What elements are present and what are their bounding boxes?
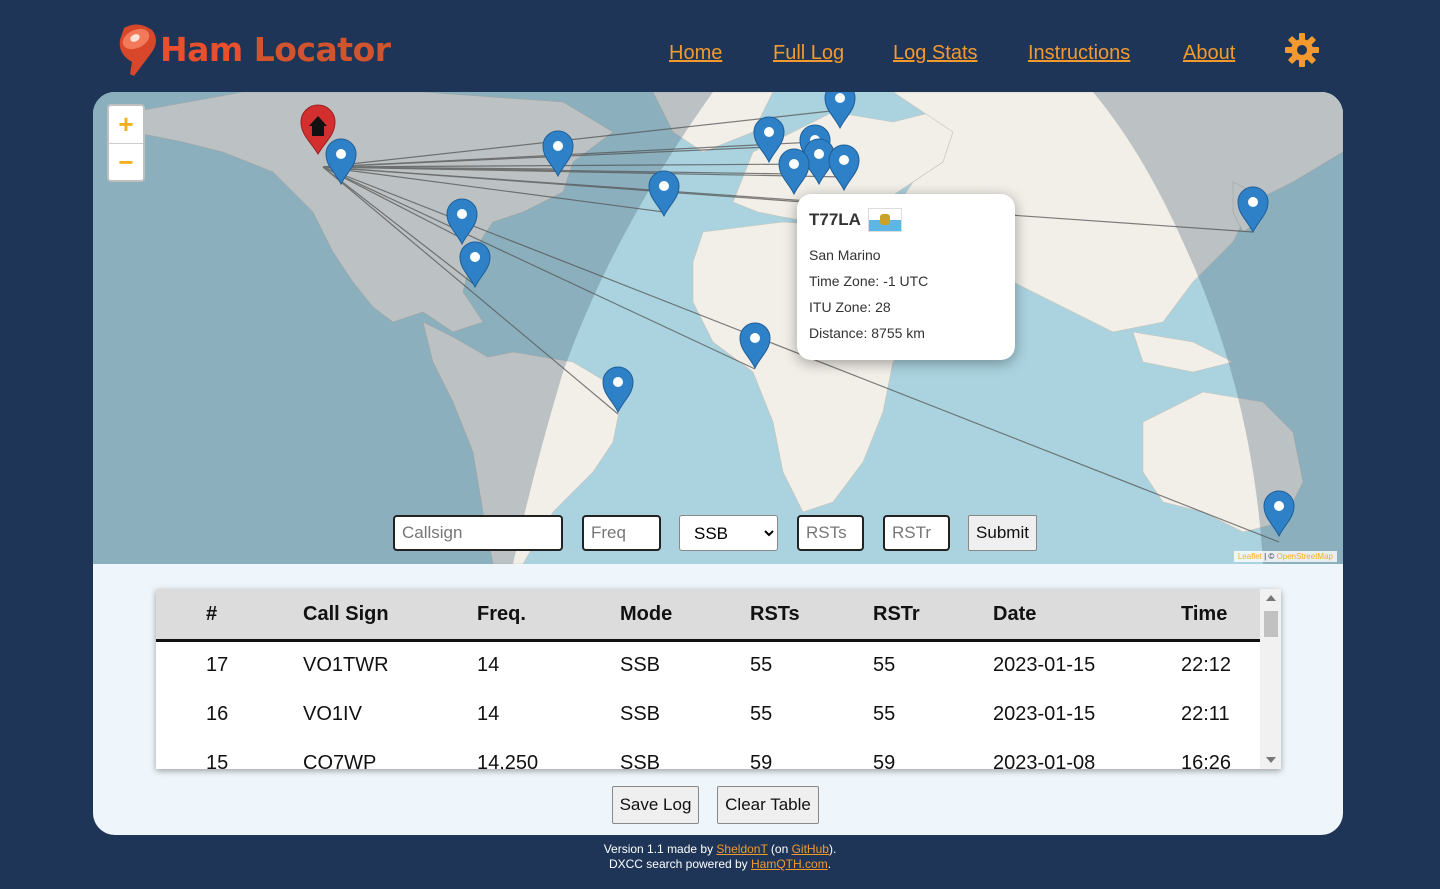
callsign-input[interactable] [393, 515, 563, 551]
submit-button[interactable]: Submit [968, 515, 1037, 551]
main-nav: Home Full Log Log Stats Instructions Abo… [0, 42, 1440, 72]
cell-mode: SSB [620, 752, 661, 769]
col-call-sign[interactable]: Call Sign [303, 603, 389, 626]
cell-time: 22:11 [1181, 703, 1230, 725]
cell-rstr: 59 [873, 752, 896, 769]
contact-popup: T77LA San Marino Time Zone: -1 UTC ITU Z… [797, 194, 1015, 360]
author-link[interactable]: SheldonT [716, 842, 767, 856]
cell-time: 16:26 [1181, 752, 1232, 769]
nav-full-log[interactable]: Full Log [773, 42, 844, 65]
zoom-out-button[interactable]: − [109, 144, 143, 181]
footer: Version 1.1 made by SheldonT (on GitHub)… [0, 842, 1440, 872]
map-attribution: Leaflet | © OpenStreetMap [1233, 551, 1337, 562]
freq-input[interactable] [582, 515, 661, 551]
cell-call-sign: VO1IV [303, 703, 362, 725]
world-map[interactable]: + − T77LA San Marino Time Zone: -1 UTC I… [93, 92, 1343, 564]
cell-call-sign: CO7WP [303, 752, 377, 769]
cell-freq: 14 [477, 703, 500, 725]
cell-number: 15 [206, 752, 229, 769]
osm-link[interactable]: OpenStreetMap [1277, 552, 1333, 561]
cell-time: 22:12 [1181, 654, 1232, 676]
cell-freq: 14.250 [477, 752, 539, 769]
github-link[interactable]: GitHub [792, 842, 829, 856]
col-freq[interactable]: Freq. [477, 603, 526, 626]
col-date[interactable]: Date [993, 603, 1036, 626]
zoom-control: + − [107, 104, 145, 182]
col-rstr[interactable]: RSTr [873, 603, 920, 626]
footer-line-1: Version 1.1 made by SheldonT (on GitHub)… [0, 842, 1440, 857]
cell-date: 2023-01-08 [993, 752, 1096, 769]
mode-select[interactable]: SSB [679, 515, 778, 551]
popup-distance: Distance: 8755 km [809, 325, 925, 341]
cell-freq: 14 [477, 654, 500, 676]
rsts-input[interactable] [797, 515, 864, 551]
table-row[interactable]: 17 VO1TWR 14 SSB 55 55 2023-01-15 22:12 [156, 642, 1260, 691]
cell-rsts: 59 [750, 752, 773, 769]
main-card: + − T77LA San Marino Time Zone: -1 UTC I… [93, 92, 1343, 835]
map-tiles [93, 92, 1343, 564]
log-entry-form: SSB Submit [93, 515, 1343, 551]
log-table[interactable]: # Call Sign Freq. Mode RSTs RSTr Date Ti… [156, 589, 1281, 769]
popup-country: San Marino [809, 247, 881, 263]
col-time[interactable]: Time [1181, 603, 1227, 626]
popup-header: T77LA [809, 208, 1003, 232]
attribution-separator: | © [1261, 552, 1277, 561]
table-scrollbar[interactable] [1260, 589, 1281, 769]
footer-text: Version 1.1 made by [603, 842, 717, 856]
cell-mode: SSB [620, 703, 661, 725]
cell-rstr: 55 [873, 703, 896, 725]
popup-callsign: T77LA [809, 210, 861, 229]
col-mode[interactable]: Mode [620, 603, 672, 626]
footer-text: . [827, 857, 832, 871]
cell-number: 17 [206, 654, 229, 676]
save-log-button[interactable]: Save Log [612, 786, 699, 824]
table-row[interactable]: 16 VO1IV 14 SSB 55 55 2023-01-15 22:11 [156, 691, 1260, 740]
cell-rsts: 55 [750, 703, 773, 725]
popup-time-zone: Time Zone: -1 UTC [809, 273, 929, 289]
san-marino-flag-icon [867, 208, 902, 232]
nav-instructions[interactable]: Instructions [1028, 42, 1130, 65]
clear-table-button[interactable]: Clear Table [717, 786, 819, 824]
table-row[interactable]: 15 CO7WP 14.250 SSB 59 59 2023-01-08 16:… [156, 740, 1260, 769]
col-rsts[interactable]: RSTs [750, 603, 800, 626]
footer-text: DXCC search powered by [608, 857, 752, 871]
nav-log-stats[interactable]: Log Stats [893, 42, 978, 65]
nav-about[interactable]: About [1183, 42, 1235, 65]
cell-call-sign: VO1TWR [303, 654, 389, 676]
footer-text: ). [828, 842, 837, 856]
leaflet-link[interactable]: Leaflet [1238, 552, 1262, 561]
cell-date: 2023-01-15 [993, 703, 1096, 725]
scroll-down-icon[interactable] [1266, 757, 1276, 763]
gear-icon[interactable] [1284, 32, 1320, 68]
nav-home[interactable]: Home [669, 42, 722, 65]
cell-number: 16 [206, 703, 229, 725]
cell-date: 2023-01-15 [993, 654, 1096, 676]
col-number[interactable]: # [206, 603, 217, 626]
scroll-up-icon[interactable] [1266, 595, 1276, 601]
cell-rstr: 55 [873, 654, 896, 676]
popup-itu-zone: ITU Zone: 28 [809, 299, 891, 315]
scroll-thumb[interactable] [1264, 611, 1278, 637]
cell-mode: SSB [620, 654, 661, 676]
footer-line-2: DXCC search powered by HamQTH.com. [0, 857, 1440, 872]
cell-rsts: 55 [750, 654, 773, 676]
zoom-in-button[interactable]: + [109, 106, 143, 144]
rstr-input[interactable] [883, 515, 950, 551]
hamqth-link[interactable]: HamQTH.com [751, 857, 828, 871]
footer-text: (on [767, 842, 792, 856]
table-header: # Call Sign Freq. Mode RSTs RSTr Date Ti… [156, 589, 1260, 642]
